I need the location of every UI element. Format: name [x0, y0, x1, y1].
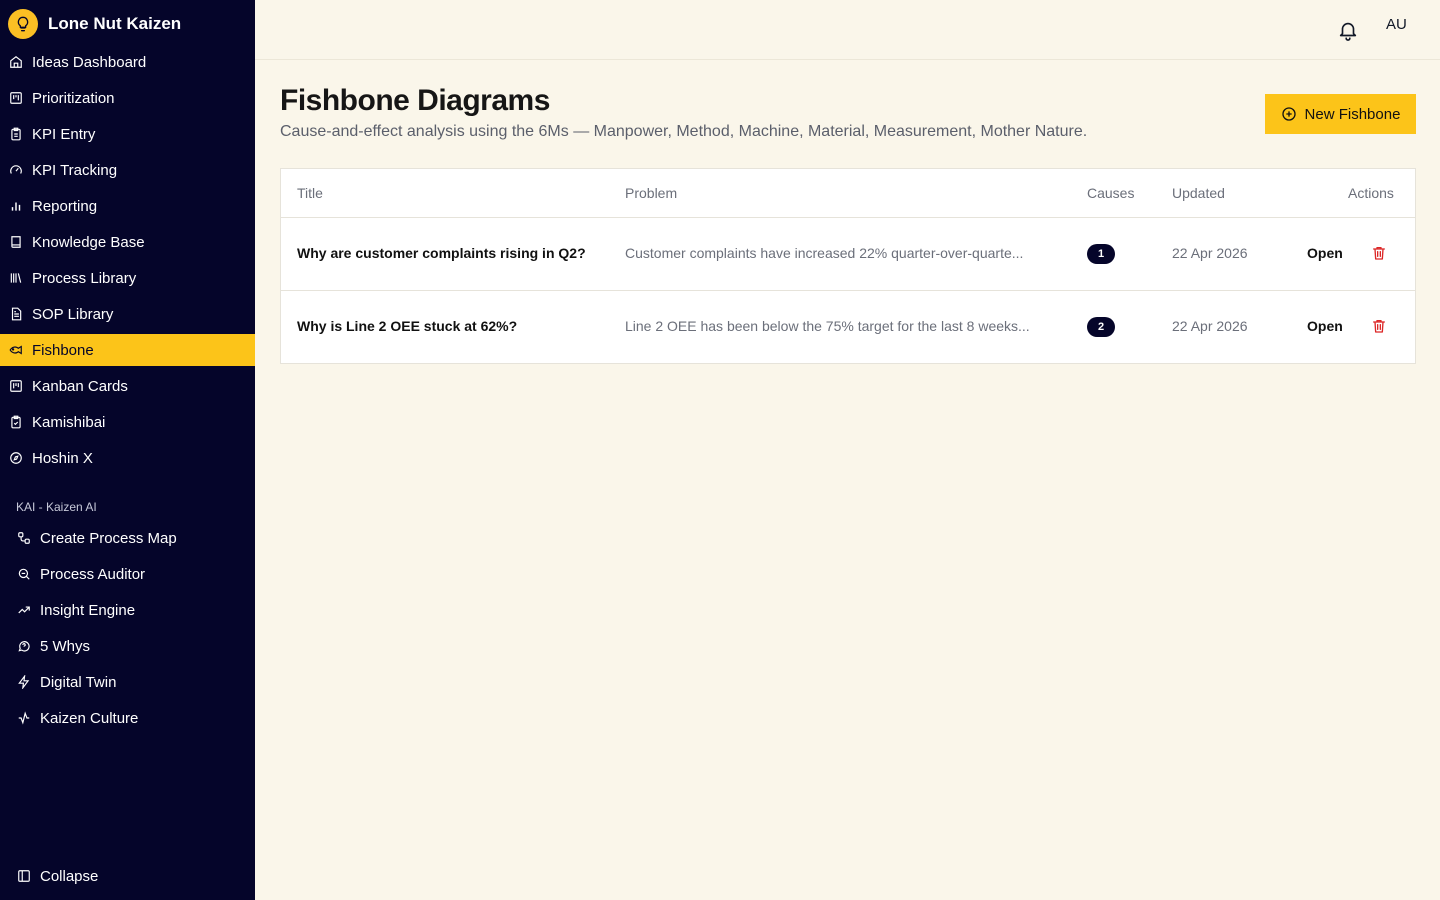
sidebar-item-reporting[interactable]: Reporting: [0, 190, 255, 222]
sidebar-item-label: KPI Tracking: [32, 161, 118, 179]
table-row[interactable]: Why is Line 2 OEE stuck at 62%? Line 2 O…: [281, 291, 1415, 364]
sidebar-item-label: Process Library: [32, 269, 137, 287]
collapse-button[interactable]: Collapse: [16, 860, 98, 892]
clipboard-icon: [8, 126, 24, 142]
table-row[interactable]: Why are customer complaints rising in Q2…: [281, 218, 1415, 291]
column-header-actions: Actions: [1348, 185, 1394, 201]
row-title: Why is Line 2 OEE stuck at 62%?: [297, 318, 518, 334]
compass-icon: [8, 450, 24, 466]
sidebar-item-kaizen-culture[interactable]: Kaizen Culture: [0, 702, 255, 734]
new-fishbone-button[interactable]: New Fishbone: [1265, 94, 1416, 134]
sidebar: Lone Nut Kaizen Ideas Dashboard Prioriti…: [0, 0, 255, 900]
sidebar-item-label: Ideas Dashboard: [32, 53, 147, 71]
sidebar-item-fishbone[interactable]: Fishbone: [0, 334, 255, 366]
sidebar-item-label: Kamishibai: [32, 413, 106, 431]
open-button[interactable]: Open: [1307, 245, 1343, 261]
causes-count-badge: 1: [1087, 244, 1115, 264]
home-icon: [8, 54, 24, 70]
app-name: Lone Nut Kaizen: [48, 14, 182, 33]
trash-icon[interactable]: [1371, 244, 1387, 262]
sidebar-item-kamishibai[interactable]: Kamishibai: [0, 406, 255, 438]
fishbone-table: Title Problem Causes Updated Actions Why…: [280, 168, 1416, 364]
sidebar-item-prioritization[interactable]: Prioritization: [0, 82, 255, 114]
bar-chart-icon: [8, 198, 24, 214]
trash-icon[interactable]: [1371, 317, 1387, 335]
clipboard-check-icon: [8, 414, 24, 430]
kai-nav: Create Process Map Process Auditor Insig…: [0, 522, 255, 738]
search-zoom-icon: [16, 566, 32, 582]
activity-icon: [16, 710, 32, 726]
gauge-icon: [8, 162, 24, 178]
message-question-icon: [16, 638, 32, 654]
sidebar-item-create-process-map[interactable]: Create Process Map: [0, 522, 255, 554]
sidebar-item-label: Insight Engine: [40, 601, 136, 619]
plus-circle-icon: [1281, 106, 1297, 122]
lightbulb-icon: [8, 9, 38, 39]
sidebar-item-label: Prioritization: [32, 89, 115, 107]
library-icon: [8, 270, 24, 286]
sidebar-item-label: Fishbone: [32, 341, 94, 359]
sidebar-item-label: Process Auditor: [40, 565, 146, 583]
sidebar-item-process-library[interactable]: Process Library: [0, 262, 255, 294]
column-header-causes[interactable]: Causes: [1087, 185, 1134, 201]
page-title: Fishbone Diagrams: [280, 84, 550, 117]
workflow-icon: [16, 530, 32, 546]
sidebar-item-label: 5 Whys: [40, 637, 91, 655]
brand[interactable]: Lone Nut Kaizen: [8, 8, 181, 40]
lightning-icon: [16, 674, 32, 690]
sidebar-item-label: Kanban Cards: [32, 377, 128, 395]
main-nav: Ideas Dashboard Prioritization KPI Entry…: [0, 46, 255, 478]
avatar[interactable]: AU: [1386, 16, 1407, 33]
sidebar-item-label: Knowledge Base: [32, 233, 145, 251]
row-title: Why are customer complaints rising in Q2…: [297, 245, 586, 261]
column-header-updated[interactable]: Updated: [1172, 185, 1225, 201]
sidebar-item-ideas-dashboard[interactable]: Ideas Dashboard: [0, 46, 255, 78]
row-problem: Line 2 OEE has been below the 75% target…: [625, 318, 1030, 334]
collapse-label: Collapse: [40, 867, 99, 885]
page-subtitle: Cause-and-effect analysis using the 6Ms …: [280, 123, 1088, 140]
trending-up-icon: [16, 602, 32, 618]
sidebar-item-knowledge-base[interactable]: Knowledge Base: [0, 226, 255, 258]
sidebar-item-kpi-entry[interactable]: KPI Entry: [0, 118, 255, 150]
open-button[interactable]: Open: [1307, 318, 1343, 334]
row-updated: 22 Apr 2026: [1172, 318, 1248, 334]
sidebar-item-hoshin-x[interactable]: Hoshin X: [0, 442, 255, 474]
sidebar-item-label: SOP Library: [32, 305, 114, 323]
book-icon: [8, 234, 24, 250]
top-bar: AU: [255, 0, 1440, 60]
sidebar-item-kpi-tracking[interactable]: KPI Tracking: [0, 154, 255, 186]
column-header-problem[interactable]: Problem: [625, 185, 677, 201]
document-icon: [8, 306, 24, 322]
sidebar-item-5-whys[interactable]: 5 Whys: [0, 630, 255, 662]
sidebar-item-digital-twin[interactable]: Digital Twin: [0, 666, 255, 698]
row-updated: 22 Apr 2026: [1172, 245, 1248, 261]
sidebar-item-label: KPI Entry: [32, 125, 96, 143]
sidebar-item-process-auditor[interactable]: Process Auditor: [0, 558, 255, 590]
sidebar-item-insight-engine[interactable]: Insight Engine: [0, 594, 255, 626]
table-header: Title Problem Causes Updated Actions: [281, 169, 1415, 218]
sidebar-item-label: Digital Twin: [40, 673, 117, 691]
sidebar-item-label: Create Process Map: [40, 529, 177, 547]
new-fishbone-label: New Fishbone: [1304, 105, 1401, 123]
column-header-title[interactable]: Title: [297, 185, 323, 201]
row-problem: Customer complaints have increased 22% q…: [625, 245, 1024, 261]
sidebar-item-label: Kaizen Culture: [40, 709, 139, 727]
sidebar-panel-icon: [16, 868, 32, 884]
bell-icon[interactable]: [1337, 19, 1359, 41]
sidebar-item-sop-library[interactable]: SOP Library: [0, 298, 255, 330]
board-icon: [8, 90, 24, 106]
kai-section-heading: KAI - Kaizen AI: [16, 500, 97, 514]
causes-count-badge: 2: [1087, 317, 1115, 337]
fish-icon: [8, 342, 24, 358]
sidebar-item-label: Hoshin X: [32, 449, 93, 467]
kanban-icon: [8, 378, 24, 394]
sidebar-item-label: Reporting: [32, 197, 98, 215]
sidebar-item-kanban-cards[interactable]: Kanban Cards: [0, 370, 255, 402]
